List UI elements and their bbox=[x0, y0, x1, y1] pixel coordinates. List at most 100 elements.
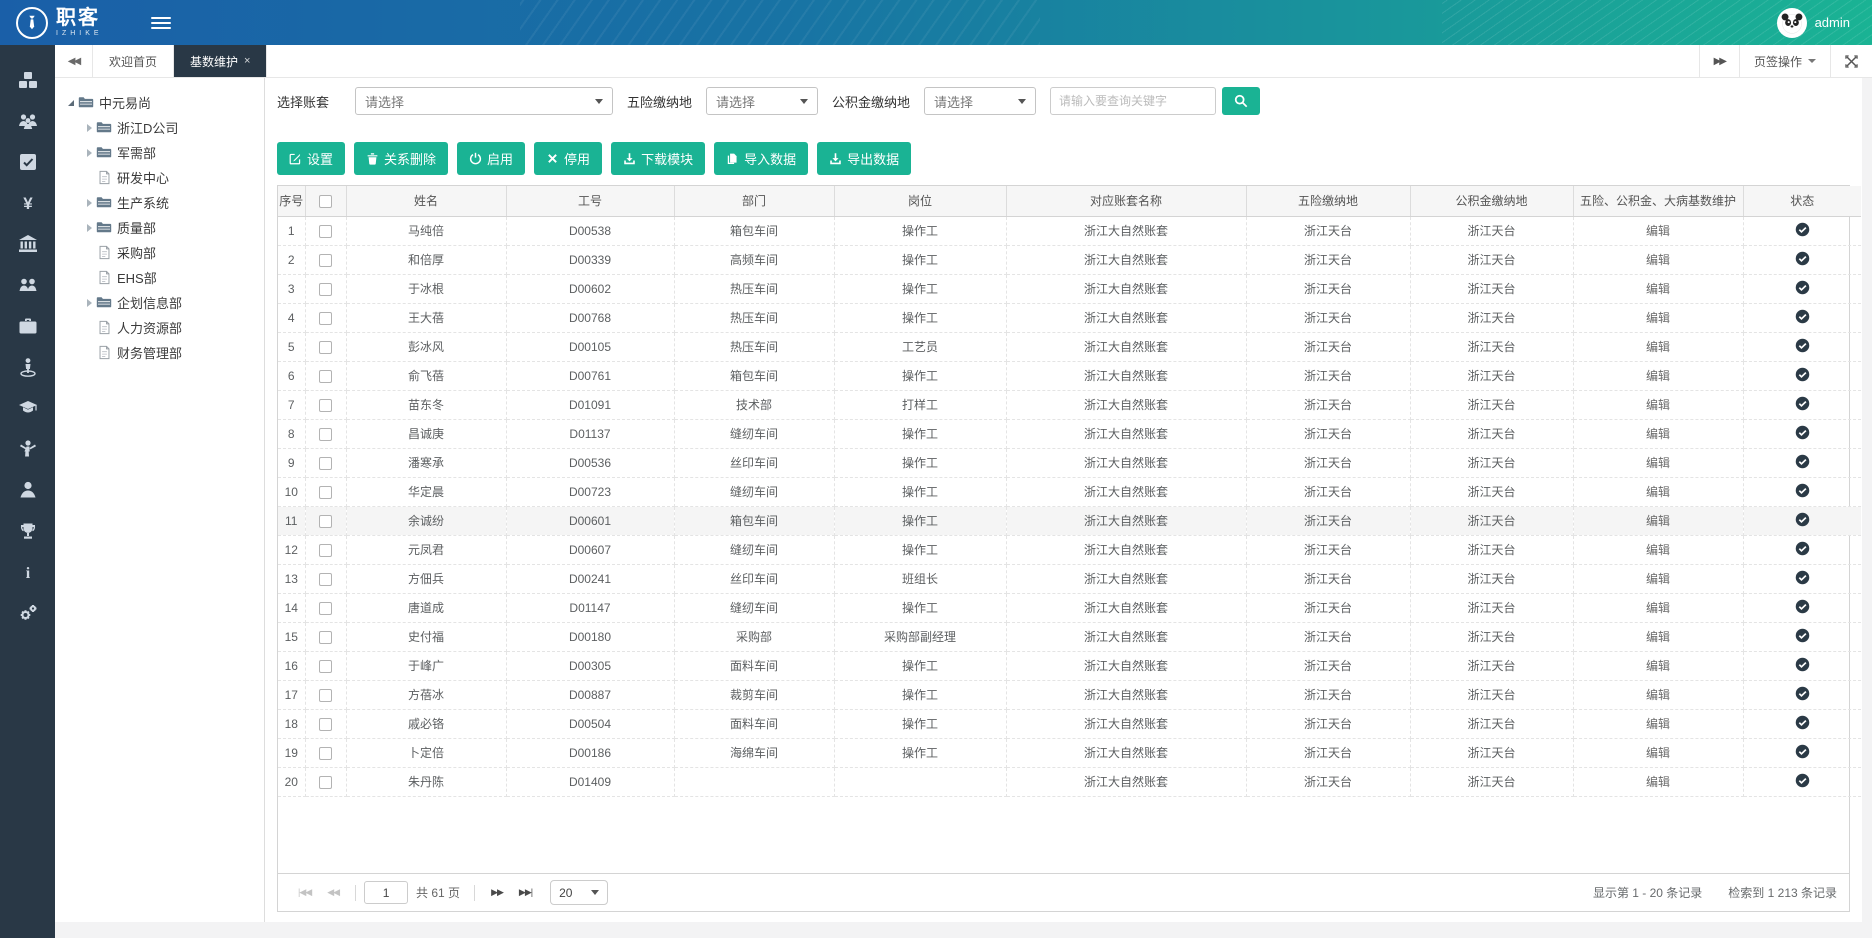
edit-link[interactable]: 编辑 bbox=[1646, 572, 1670, 586]
street-view-icon[interactable] bbox=[0, 346, 55, 387]
tree-item[interactable]: EHS部 bbox=[61, 265, 258, 290]
row-checkbox[interactable] bbox=[319, 283, 332, 296]
prev-page-button[interactable]: ◀◀ bbox=[319, 887, 347, 898]
row-checkbox[interactable] bbox=[319, 776, 332, 789]
edit-link[interactable]: 编辑 bbox=[1646, 369, 1670, 383]
select-all-checkbox[interactable] bbox=[319, 195, 332, 208]
tree-expand-icon[interactable] bbox=[83, 224, 95, 232]
row-checkbox[interactable] bbox=[319, 370, 332, 383]
table-row[interactable]: 4王大蓓D00768热压车间操作工浙江大自然账套浙江天台浙江天台编辑 bbox=[278, 303, 1861, 332]
row-checkbox[interactable] bbox=[319, 486, 332, 499]
row-checkbox[interactable] bbox=[319, 631, 332, 644]
tree-expand-icon[interactable] bbox=[83, 199, 95, 207]
tab-base-maintenance[interactable]: 基数维护 × bbox=[174, 45, 267, 77]
edit-button[interactable]: 设置 bbox=[277, 142, 345, 175]
last-page-button[interactable]: ▶▶| bbox=[511, 887, 540, 898]
search-button[interactable] bbox=[1222, 87, 1260, 115]
row-checkbox[interactable] bbox=[319, 602, 332, 615]
table-row[interactable]: 15史付福D00180采购部采购部副经理浙江大自然账套浙江天台浙江天台编辑 bbox=[278, 622, 1861, 651]
row-checkbox[interactable] bbox=[319, 544, 332, 557]
username[interactable]: admin bbox=[1815, 15, 1850, 30]
group-icon[interactable] bbox=[0, 264, 55, 305]
table-row[interactable]: 6俞飞蓓D00761箱包车间操作工浙江大自然账套浙江天台浙江天台编辑 bbox=[278, 361, 1861, 390]
edit-link[interactable]: 编辑 bbox=[1646, 282, 1670, 296]
tree-item[interactable]: 人力资源部 bbox=[61, 315, 258, 340]
edit-link[interactable]: 编辑 bbox=[1646, 717, 1670, 731]
cogs-icon[interactable] bbox=[0, 592, 55, 633]
table-row[interactable]: 16于峰广D00305面料车间操作工浙江大自然账套浙江天台浙江天台编辑 bbox=[278, 651, 1861, 680]
edit-link[interactable]: 编辑 bbox=[1646, 224, 1670, 238]
edit-link[interactable]: 编辑 bbox=[1646, 340, 1670, 354]
edit-link[interactable]: 编辑 bbox=[1646, 659, 1670, 673]
tree-item[interactable]: 中元易尚 bbox=[61, 90, 258, 115]
tree-item[interactable]: 企划信息部 bbox=[61, 290, 258, 315]
row-checkbox[interactable] bbox=[319, 573, 332, 586]
yuan-icon[interactable]: ¥ bbox=[0, 182, 55, 223]
edit-link[interactable]: 编辑 bbox=[1646, 601, 1670, 615]
table-row[interactable]: 13方佃兵D00241丝印车间班组长浙江大自然账套浙江天台浙江天台编辑 bbox=[278, 564, 1861, 593]
row-checkbox[interactable] bbox=[319, 399, 332, 412]
tree-item[interactable]: 质量部 bbox=[61, 215, 258, 240]
user-icon[interactable] bbox=[0, 469, 55, 510]
table-row[interactable]: 12元凤君D00607缝纫车间操作工浙江大自然账套浙江天台浙江天台编辑 bbox=[278, 535, 1861, 564]
row-checkbox[interactable] bbox=[319, 457, 332, 470]
edit-link[interactable]: 编辑 bbox=[1646, 746, 1670, 760]
tree-item[interactable]: 军需部 bbox=[61, 140, 258, 165]
row-checkbox[interactable] bbox=[319, 660, 332, 673]
table-row[interactable]: 5彭冰风D00105热压车间工艺员浙江大自然账套浙江天台浙江天台编辑 bbox=[278, 332, 1861, 361]
edit-link[interactable]: 编辑 bbox=[1646, 688, 1670, 702]
stop-button[interactable]: 停用 bbox=[534, 142, 602, 175]
page-number-input[interactable] bbox=[364, 881, 408, 904]
tabs-scroll-right-icon[interactable]: ▶▶ bbox=[1699, 45, 1739, 77]
graduation-cap-icon[interactable] bbox=[0, 387, 55, 428]
first-page-button[interactable]: |◀◀ bbox=[290, 887, 319, 898]
hamburger-menu-icon[interactable] bbox=[151, 14, 171, 32]
tree-expand-icon[interactable] bbox=[83, 299, 95, 307]
tabs-scroll-left-icon[interactable]: ◀◀ bbox=[55, 45, 93, 77]
table-row[interactable]: 1马纯倍D00538箱包车间操作工浙江大自然账套浙江天台浙江天台编辑 bbox=[278, 216, 1861, 245]
tree-expand-icon[interactable] bbox=[83, 149, 95, 157]
download-button[interactable]: 下载模块 bbox=[611, 142, 705, 175]
table-row[interactable]: 18戚必铬D00504面料车间操作工浙江大自然账套浙江天台浙江天台编辑 bbox=[278, 709, 1861, 738]
table-row[interactable]: 20朱丹陈D01409浙江大自然账套浙江天台浙江天台编辑 bbox=[278, 767, 1861, 796]
row-checkbox[interactable] bbox=[319, 515, 332, 528]
child-icon[interactable] bbox=[0, 428, 55, 469]
table-row[interactable]: 2和倍厚D00339高频车间操作工浙江大自然账套浙江天台浙江天台编辑 bbox=[278, 245, 1861, 274]
tree-expand-icon[interactable] bbox=[83, 124, 95, 132]
housing-fund-select[interactable]: 请选择 bbox=[924, 87, 1036, 115]
table-row[interactable]: 19卜定倍D00186海绵车间操作工浙江大自然账套浙江天台浙江天台编辑 bbox=[278, 738, 1861, 767]
info-icon[interactable]: i bbox=[0, 551, 55, 592]
tree-item[interactable]: 生产系统 bbox=[61, 190, 258, 215]
table-row[interactable]: 11余诚纷D00601箱包车间操作工浙江大自然账套浙江天台浙江天台编辑 bbox=[278, 506, 1861, 535]
bank-icon[interactable] bbox=[0, 223, 55, 264]
row-checkbox[interactable] bbox=[319, 428, 332, 441]
table-row[interactable]: 7苗东冬D01091技术部打样工浙江大自然账套浙江天台浙江天台编辑 bbox=[278, 390, 1861, 419]
tree-item[interactable]: 浙江D公司 bbox=[61, 115, 258, 140]
check-square-icon[interactable] bbox=[0, 141, 55, 182]
edit-link[interactable]: 编辑 bbox=[1646, 253, 1670, 267]
trash-button[interactable]: 关系删除 bbox=[354, 142, 448, 175]
tab-operations-dropdown[interactable]: 页签操作 bbox=[1739, 45, 1830, 77]
table-row[interactable]: 17方蓓冰D00887裁剪车间操作工浙江大自然账套浙江天台浙江天台编辑 bbox=[278, 680, 1861, 709]
table-row[interactable]: 9潘寒承D00536丝印车间操作工浙江大自然账套浙江天台浙江天台编辑 bbox=[278, 448, 1861, 477]
tree-item[interactable]: 财务管理部 bbox=[61, 340, 258, 365]
expand-fullscreen-icon[interactable] bbox=[1830, 45, 1872, 77]
export-button[interactable]: 导出数据 bbox=[817, 142, 911, 175]
next-page-button[interactable]: ▶▶ bbox=[483, 887, 511, 898]
edit-link[interactable]: 编辑 bbox=[1646, 775, 1670, 789]
row-checkbox[interactable] bbox=[319, 747, 332, 760]
edit-link[interactable]: 编辑 bbox=[1646, 630, 1670, 644]
table-row[interactable]: 8昌诚庚D01137缝纫车间操作工浙江大自然账套浙江天台浙江天台编辑 bbox=[278, 419, 1861, 448]
tree-item[interactable]: 采购部 bbox=[61, 240, 258, 265]
row-checkbox[interactable] bbox=[319, 312, 332, 325]
power-button[interactable]: 启用 bbox=[457, 142, 525, 175]
edit-link[interactable]: 编辑 bbox=[1646, 543, 1670, 557]
cubes-icon[interactable] bbox=[0, 59, 55, 100]
close-tab-icon[interactable]: × bbox=[244, 55, 250, 67]
row-checkbox[interactable] bbox=[319, 341, 332, 354]
edit-link[interactable]: 编辑 bbox=[1646, 398, 1670, 412]
social-insurance-select[interactable]: 请选择 bbox=[706, 87, 818, 115]
edit-link[interactable]: 编辑 bbox=[1646, 514, 1670, 528]
edit-link[interactable]: 编辑 bbox=[1646, 311, 1670, 325]
row-checkbox[interactable] bbox=[319, 718, 332, 731]
